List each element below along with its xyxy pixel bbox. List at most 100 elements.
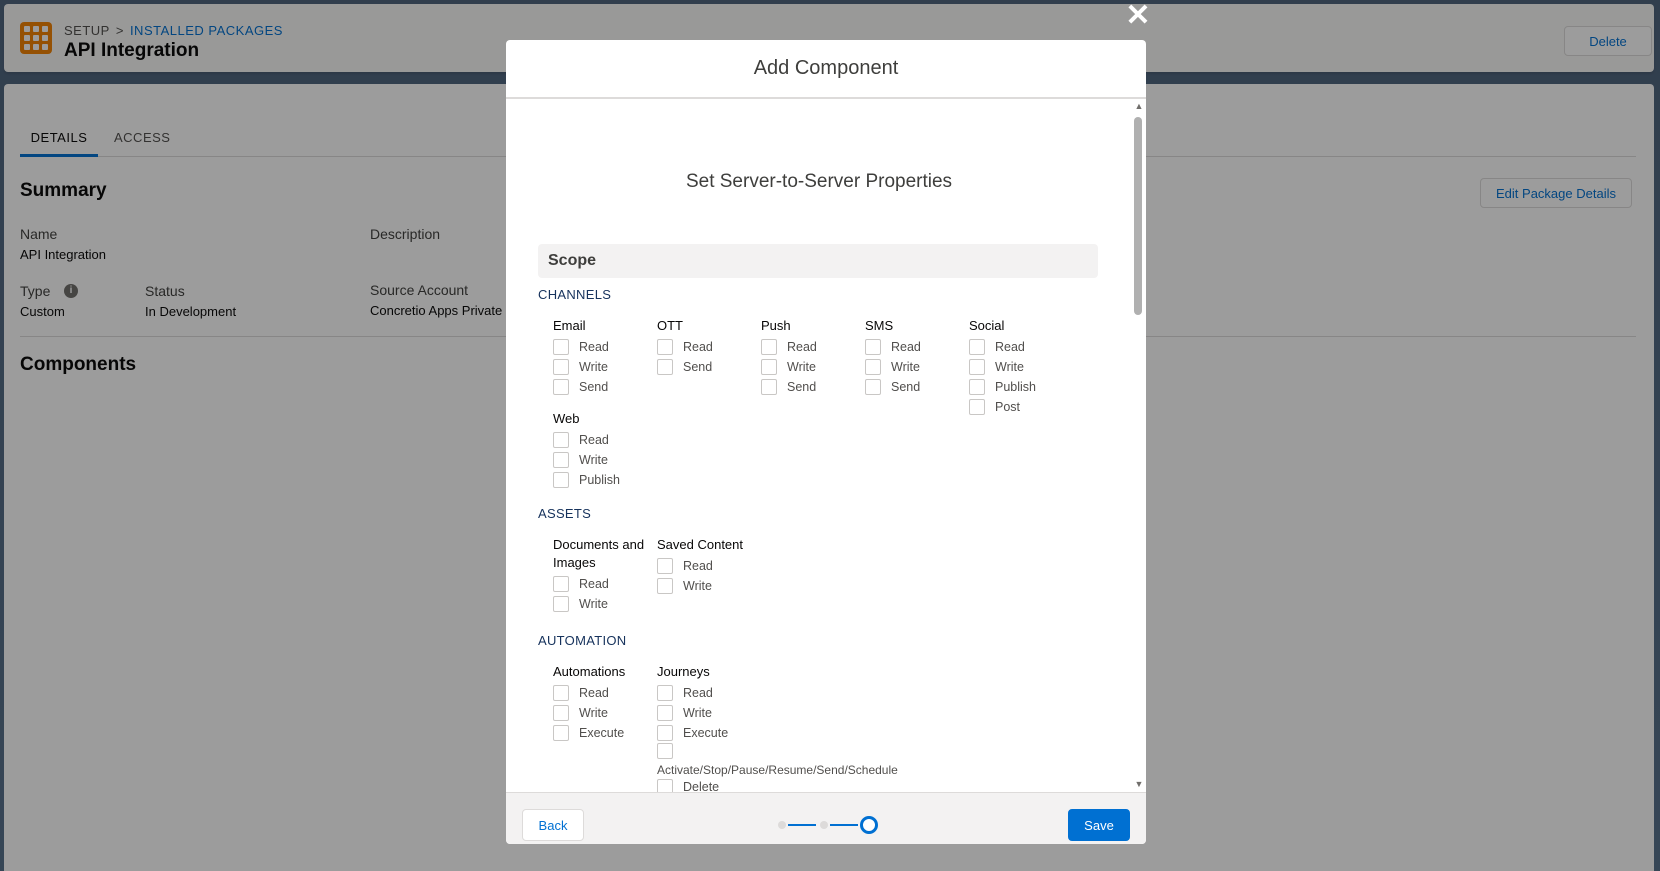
social-write-option[interactable]: Write — [969, 357, 1089, 377]
checkbox-label: Publish — [579, 473, 620, 487]
checkbox[interactable] — [553, 379, 569, 395]
checkbox-label: Read — [683, 340, 713, 354]
scope-group-title: Web — [553, 411, 580, 426]
section-label-channels: CHANNELS — [538, 287, 612, 302]
email-read-option[interactable]: Read — [553, 337, 673, 357]
sms-write-option[interactable]: Write — [865, 357, 985, 377]
scope-group-title: Documents and Images — [553, 537, 645, 570]
push-send-option[interactable]: Send — [761, 377, 881, 397]
checkbox-label: Read — [995, 340, 1025, 354]
ott-send-option[interactable]: Send — [657, 357, 777, 377]
push-write-option[interactable]: Write — [761, 357, 881, 377]
scroll-up-icon[interactable]: ▲ — [1132, 101, 1146, 111]
checkbox[interactable] — [969, 399, 985, 415]
email-send-option[interactable]: Send — [553, 377, 673, 397]
push-read-option[interactable]: Read — [761, 337, 881, 357]
checkbox[interactable] — [553, 596, 569, 612]
journeys-execute-option[interactable]: Execute — [657, 723, 777, 743]
checkbox[interactable] — [761, 379, 777, 395]
checkbox[interactable] — [553, 359, 569, 375]
checkbox[interactable] — [865, 339, 881, 355]
checkbox[interactable] — [969, 379, 985, 395]
checkbox[interactable] — [657, 779, 673, 793]
social-post-option[interactable]: Post — [969, 397, 1089, 417]
ott-read-option[interactable]: Read — [657, 337, 777, 357]
automations-write-option[interactable]: Write — [553, 703, 673, 723]
checkbox[interactable] — [865, 379, 881, 395]
step-title: Set Server-to-Server Properties — [685, 171, 953, 192]
save-button[interactable]: Save — [1068, 809, 1130, 841]
back-button[interactable]: Back — [522, 809, 584, 841]
modal-footer: Back Save — [506, 792, 1146, 844]
checkbox-label: Read — [579, 686, 609, 700]
scope-group-web: Web Read Write Publish — [553, 410, 673, 490]
checkbox[interactable] — [657, 705, 673, 721]
scroll-down-icon[interactable]: ▼ — [1132, 779, 1146, 789]
saved-content-read-option[interactable]: Read — [657, 556, 777, 576]
documents-and-images-write-option[interactable]: Write — [553, 594, 651, 614]
sms-read-option[interactable]: Read — [865, 337, 985, 357]
sms-send-option[interactable]: Send — [865, 377, 985, 397]
scrollbar-thumb[interactable] — [1134, 117, 1142, 315]
scope-group-title: Push — [761, 318, 791, 333]
scope-group-saved-content: Saved Content Read Write — [657, 536, 777, 596]
checkbox[interactable] — [553, 725, 569, 741]
section-label-assets: ASSETS — [538, 506, 592, 521]
scope-group-title: Automations — [553, 664, 626, 679]
scope-group-sms: SMS Read Write Send — [865, 317, 985, 397]
social-publish-option[interactable]: Publish — [969, 377, 1089, 397]
checkbox[interactable] — [657, 743, 673, 759]
scope-group-title: Social — [969, 318, 1005, 333]
web-read-option[interactable]: Read — [553, 430, 673, 450]
checkbox[interactable] — [553, 432, 569, 448]
step-2-dot — [820, 821, 828, 829]
checkbox[interactable] — [657, 578, 673, 594]
checkbox-label: Write — [787, 360, 816, 374]
social-read-option[interactable]: Read — [969, 337, 1089, 357]
checkbox[interactable] — [553, 472, 569, 488]
checkbox[interactable] — [865, 359, 881, 375]
documents-and-images-read-option[interactable]: Read — [553, 574, 651, 594]
automations-read-option[interactable]: Read — [553, 683, 673, 703]
checkbox-label: Write — [579, 597, 608, 611]
checkbox-label: Send — [891, 380, 921, 394]
checkbox-label: Write — [579, 453, 608, 467]
checkbox[interactable] — [553, 685, 569, 701]
scope-group-title: Email — [553, 318, 586, 333]
checkbox[interactable] — [657, 558, 673, 574]
checkbox[interactable] — [657, 685, 673, 701]
checkbox-label: Write — [683, 706, 712, 720]
checkbox[interactable] — [969, 359, 985, 375]
checkbox[interactable] — [761, 339, 777, 355]
step-3-current-dot — [860, 816, 878, 834]
journeys-delete-option[interactable]: Delete — [657, 777, 777, 793]
checkbox[interactable] — [553, 576, 569, 592]
journeys-read-option[interactable]: Read — [657, 683, 777, 703]
checkbox-label: Read — [683, 559, 713, 573]
web-write-option[interactable]: Write — [553, 450, 673, 470]
close-icon[interactable]: ✕ — [1124, 1, 1152, 31]
checkbox[interactable] — [553, 452, 569, 468]
checkbox[interactable] — [553, 339, 569, 355]
web-publish-option[interactable]: Publish — [553, 470, 673, 490]
step-1-dot — [778, 821, 786, 829]
step-connector — [788, 824, 816, 826]
checkbox[interactable] — [657, 725, 673, 741]
checkbox[interactable] — [553, 705, 569, 721]
checkbox[interactable] — [657, 339, 673, 355]
scope-group-title: Saved Content — [657, 537, 744, 552]
email-write-option[interactable]: Write — [553, 357, 673, 377]
scope-group-social: Social Read Write Publish Post — [969, 317, 1089, 417]
section-label-automation: AUTOMATION — [538, 633, 627, 648]
scope-group-push: Push Read Write Send — [761, 317, 881, 397]
automations-execute-option[interactable]: Execute — [553, 723, 673, 743]
checkbox[interactable] — [761, 359, 777, 375]
modal-body[interactable]: Set Server-to-Server Properties Scope CH… — [506, 99, 1146, 793]
saved-content-write-option[interactable]: Write — [657, 576, 777, 596]
journeys-write-option[interactable]: Write — [657, 703, 777, 723]
checkbox[interactable] — [657, 359, 673, 375]
checkbox-label: Read — [579, 577, 609, 591]
checkbox-label: Send — [787, 380, 817, 394]
checkbox[interactable] — [969, 339, 985, 355]
journeys-activate-stop-pause-resume-send-schedule-option[interactable]: Activate/Stop/Pause/Resume/Send/Schedule — [657, 743, 898, 777]
